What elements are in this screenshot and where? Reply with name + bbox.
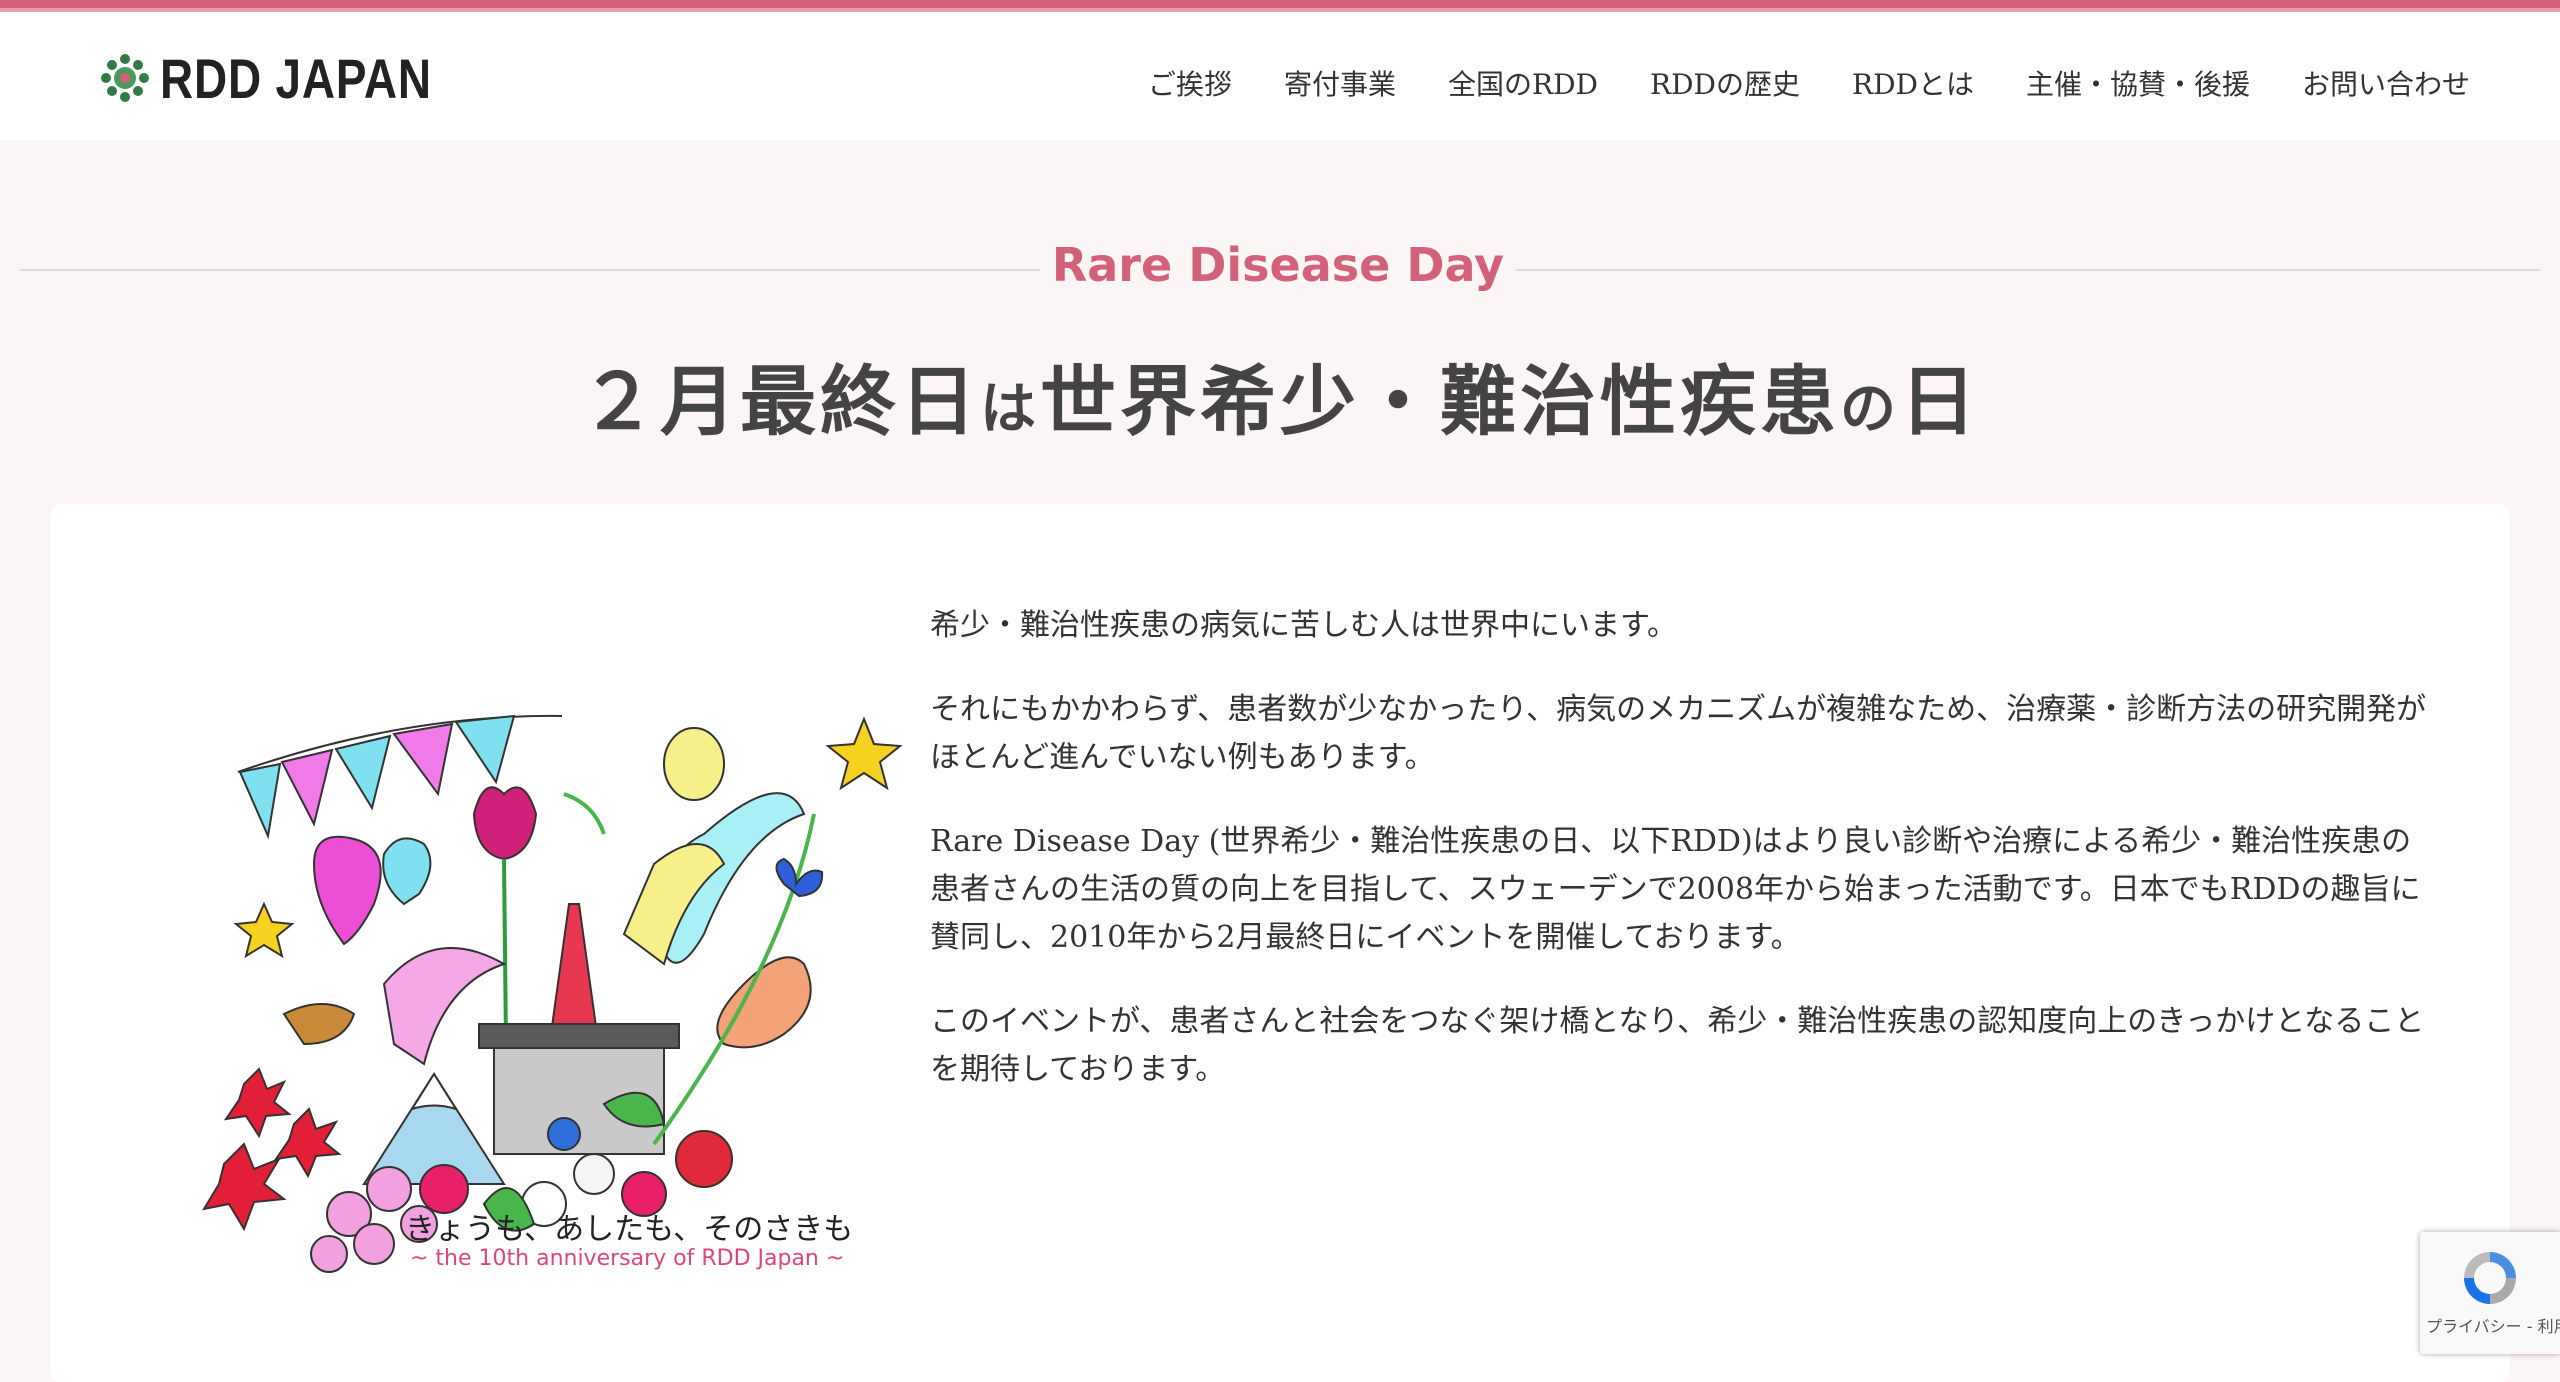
main-nav: ご挨拶 寄付事業 全国のRDD RDDの歴史 RDDとは 主催・協賛・後援 お問… <box>1096 48 2470 118</box>
intro-card: きょうも、あしたも、そのさきも ~ the 10th anniversary o… <box>50 504 2510 1382</box>
recaptcha-links[interactable]: プライバシー - 利用規約 <box>2426 1318 2560 1336</box>
intro-paragraph: Rare Disease Day (世界希少・難治性疾患の日、以下RDD)はより… <box>930 824 2421 955</box>
anniversary-illustration <box>201 714 903 1273</box>
title-part-particle-1: は <box>980 376 1040 442</box>
intro-paragraph: このイベントが、患者さんと社会をつなぐ架け橋となり、希少・難治性疾患の認知度向上… <box>930 1004 2425 1087</box>
intro-text: 希少・難治性疾患の病気に苦しむ人は世界中にいます。 それにもかかわらず、患者数が… <box>930 602 2430 1130</box>
nav-donation[interactable]: 寄付事業 <box>1284 63 1396 103</box>
illustration-subtitle: ~ the 10th anniversary of RDD Japan ~ <box>410 1246 845 1271</box>
page-title: ２月最終日は世界希少・難治性疾患の日 <box>0 340 2560 450</box>
title-part-day: 日 <box>1900 357 1980 446</box>
nav-about-rdd[interactable]: RDDとは <box>1852 63 1974 103</box>
recaptcha-badge[interactable]: プライバシー - 利用規約 <box>2420 1232 2560 1354</box>
title-part-disease: 世界希少・難治性疾患 <box>1040 357 1840 446</box>
recaptcha-icon <box>2464 1252 2516 1304</box>
site-header: RDD JAPAN ご挨拶 寄付事業 全国のRDD RDDの歴史 RDDとは 主… <box>0 12 2560 140</box>
nav-rdd-history[interactable]: RDDの歴史 <box>1650 63 1800 103</box>
title-part-particle-2: の <box>1840 376 1900 442</box>
top-accent-bar <box>0 0 2560 12</box>
nav-greeting[interactable]: ご挨拶 <box>1148 63 1232 103</box>
illustration-tagline: きょうも、あしたも、そのさきも <box>405 1212 854 1247</box>
divider-right <box>1516 269 2540 271</box>
section-eyebrow: Rare Disease Day <box>1051 238 1505 292</box>
logo-flower-icon <box>101 54 149 102</box>
nav-rdd-nationwide[interactable]: 全国のRDD <box>1448 63 1598 103</box>
nav-sponsors[interactable]: 主催・協賛・後援 <box>2026 63 2250 103</box>
logo-text: RDD JAPAN <box>160 46 432 110</box>
divider-left <box>20 269 1040 271</box>
site-logo[interactable]: RDD JAPAN <box>98 46 492 110</box>
title-part-date: ２月最終日 <box>580 357 980 446</box>
intro-paragraph: それにもかかわらず、患者数が少なかったり、病気のメカニズムが複雑なため、治療薬・… <box>930 692 2427 775</box>
intro-paragraph: 希少・難治性疾患の病気に苦しむ人は世界中にいます。 <box>930 608 1677 643</box>
nav-contact[interactable]: お問い合わせ <box>2302 63 2470 103</box>
